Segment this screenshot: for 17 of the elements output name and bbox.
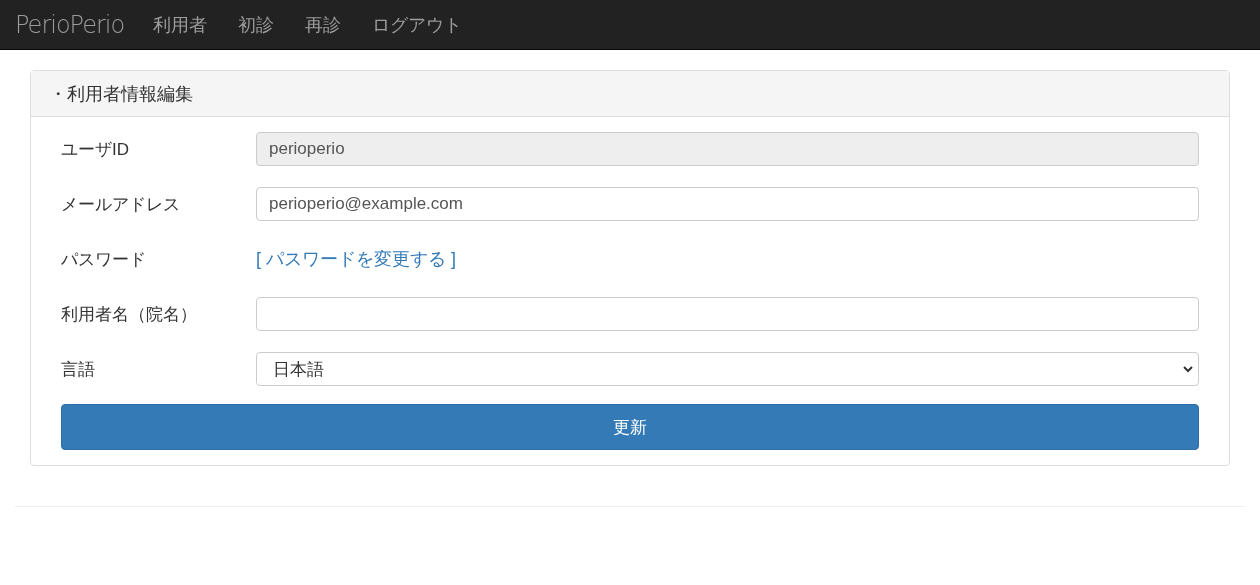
- field-label: パスワード: [61, 248, 147, 271]
- panel-title: ・利用者情報編集: [49, 82, 193, 106]
- change-password-link[interactable]: [ パスワードを変更する ]: [256, 247, 456, 271]
- input-field[interactable]: perioperio@example.com: [256, 187, 1199, 221]
- nav-link[interactable]: 利用者: [153, 12, 208, 37]
- nav-link[interactable]: 再診: [305, 12, 342, 37]
- field-label: 利用者名（院名）: [61, 303, 198, 326]
- brand-logo[interactable]: PerioPerio: [15, 10, 125, 39]
- field-label: ユーザID: [61, 138, 130, 161]
- language-select[interactable]: 日本語: [256, 352, 1199, 386]
- nav-link[interactable]: 初診: [238, 12, 275, 37]
- input-field[interactable]: [256, 297, 1199, 331]
- update-button[interactable]: 更新: [61, 404, 1199, 450]
- field-label: 言語: [61, 358, 96, 381]
- nav-link[interactable]: ログアウト: [372, 12, 463, 37]
- chevron-down-icon: [1183, 365, 1193, 373]
- field-label: メールアドレス: [61, 193, 181, 216]
